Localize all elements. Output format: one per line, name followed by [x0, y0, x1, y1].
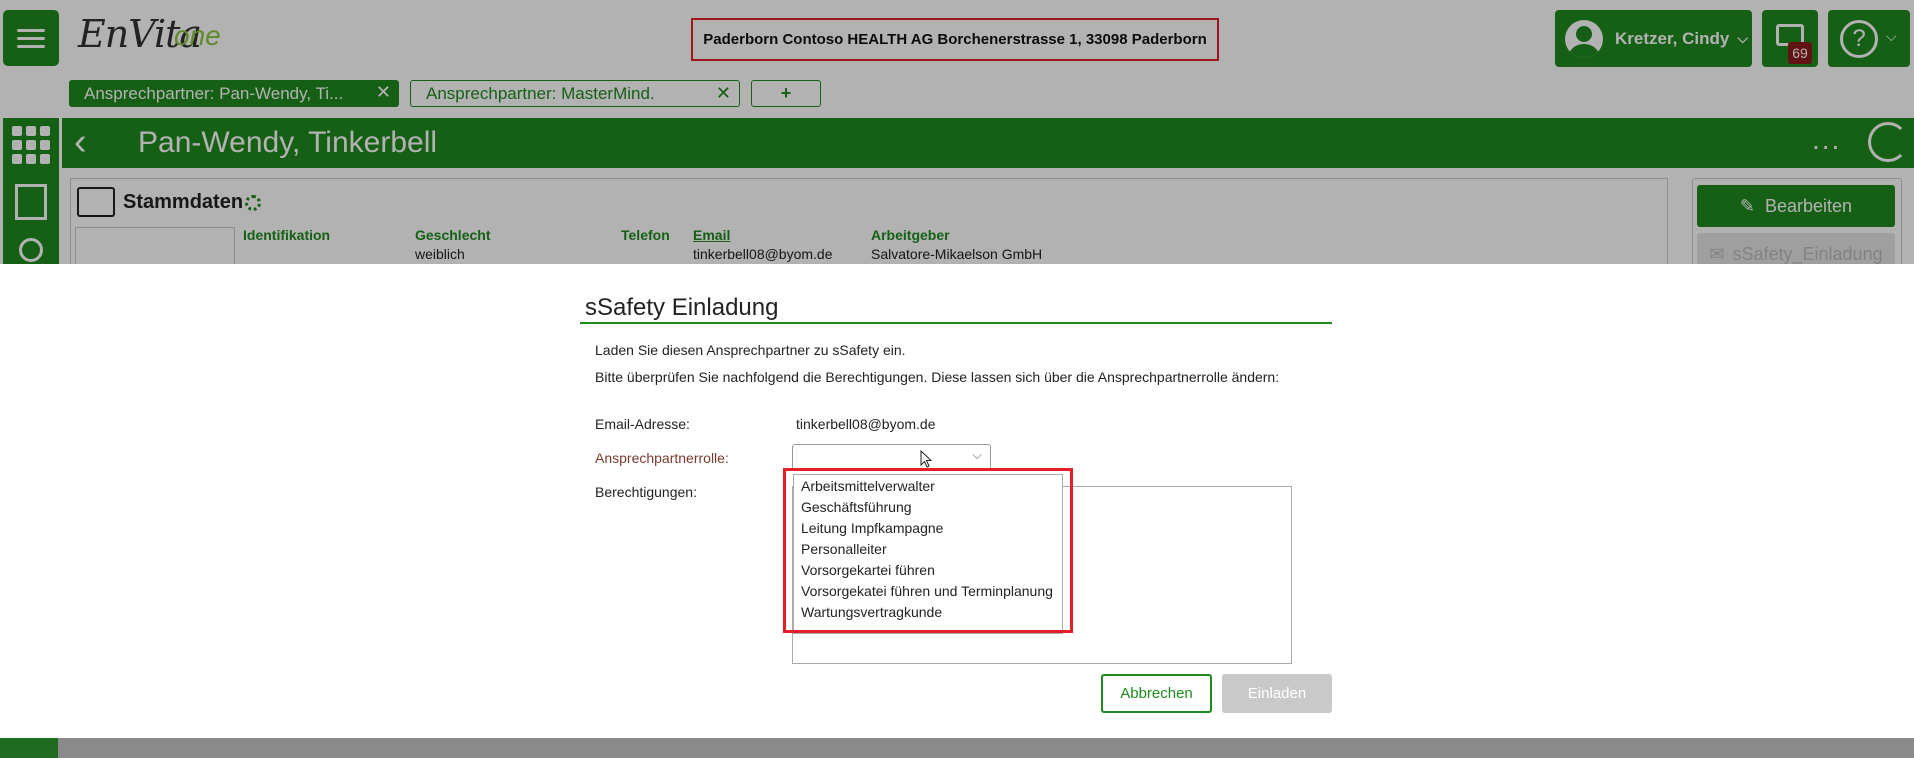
dialog-permissions-hint: Bitte überprüfen Sie nachfolgend die Ber…	[595, 369, 1280, 385]
role-select[interactable]: ⌵	[792, 444, 991, 470]
dialog-intro-text: Laden Sie diesen Ansprechpartner zu sSaf…	[595, 342, 906, 358]
invite-button[interactable]: Einladen	[1222, 674, 1332, 713]
highlight-frame	[783, 468, 1073, 633]
dialog-title: sSafety Einladung	[585, 294, 779, 321]
ssafety-invite-dialog: sSafety Einladung Laden Sie diesen Anspr…	[0, 264, 1914, 738]
role-label: Ansprechpartnerrolle:	[595, 450, 729, 466]
app-root: EnVita one Paderborn Contoso HEALTH AG B…	[0, 0, 1914, 758]
title-divider	[580, 322, 1332, 324]
mouse-cursor-icon	[920, 450, 933, 468]
cancel-button[interactable]: Abbrechen	[1101, 674, 1212, 713]
chevron-down-icon: ⌵	[972, 447, 982, 462]
email-address-label: Email-Adresse:	[595, 416, 690, 432]
bottom-strip-nav	[0, 738, 58, 758]
email-address-value: tinkerbell08@byom.de	[796, 416, 936, 432]
bottom-strip	[0, 738, 1914, 758]
permissions-label: Berechtigungen:	[595, 484, 697, 500]
